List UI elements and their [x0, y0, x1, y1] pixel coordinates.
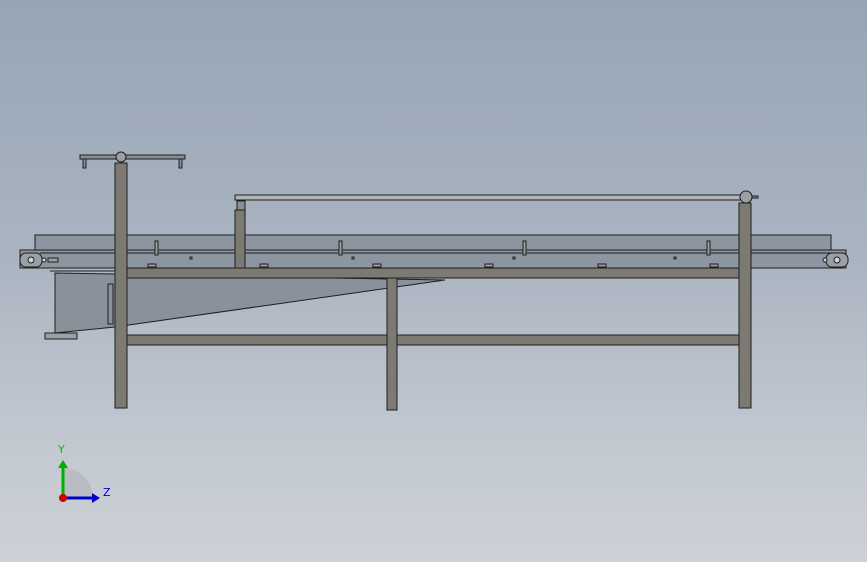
cad-viewport[interactable]: Y Z — [0, 0, 867, 562]
side-guide-rail[interactable] — [234, 190, 759, 211]
leg-left[interactable] — [114, 162, 128, 409]
left-guide-handle[interactable] — [79, 151, 186, 169]
leg-middle[interactable] — [386, 277, 398, 411]
lower-frame-rail[interactable] — [114, 334, 744, 346]
belt-surface[interactable] — [34, 234, 832, 251]
orientation-triad[interactable] — [50, 450, 110, 510]
leg-right[interactable] — [738, 202, 752, 409]
z-axis-head-icon — [92, 493, 100, 503]
conveyor-model[interactable] — [0, 0, 867, 562]
rail-post[interactable] — [234, 209, 246, 269]
triad-quadrant — [63, 468, 93, 498]
upper-frame-rail[interactable] — [114, 267, 744, 279]
axis-y-label: Y — [58, 443, 65, 456]
x-axis-dot-icon — [59, 494, 67, 502]
y-axis-head-icon — [58, 460, 68, 468]
axis-z-label: Z — [103, 486, 111, 499]
